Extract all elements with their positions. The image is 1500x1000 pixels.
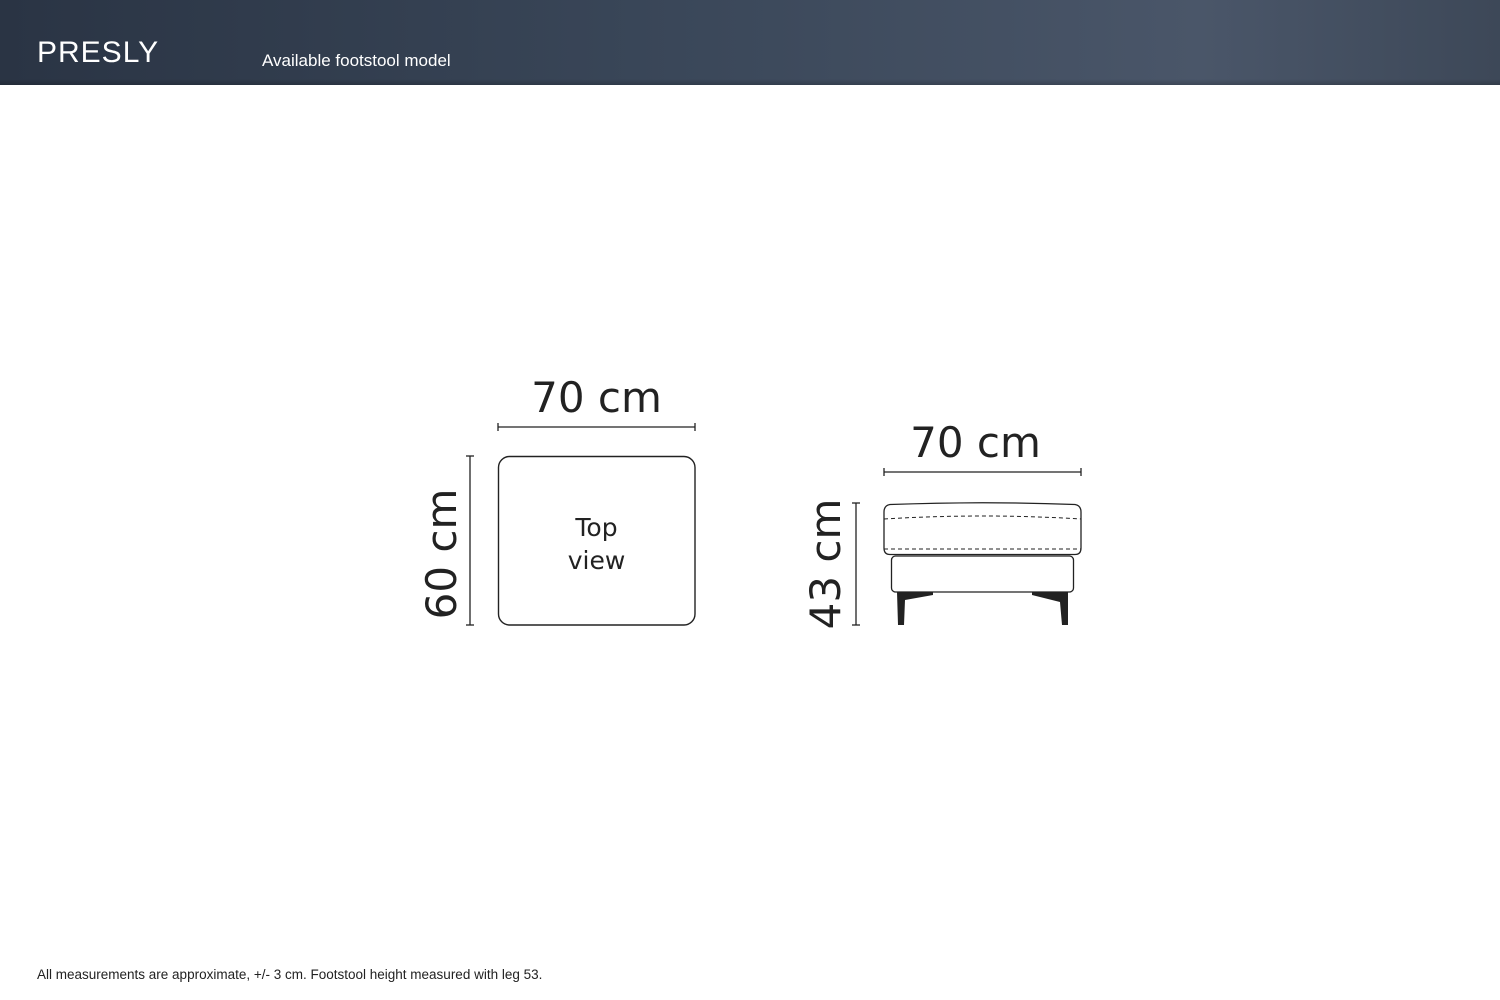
- footstool-leg-right: [1032, 592, 1068, 625]
- side-view-width-label: 70 cm: [910, 418, 1041, 467]
- top-view-width-label: 70 cm: [531, 373, 662, 422]
- top-view-caption-line1: Top: [574, 513, 617, 542]
- side-view-height-label: 43 cm: [801, 499, 850, 630]
- side-view-width-dimension: [883, 468, 1082, 476]
- top-view: 70 cm 60 cm Top view: [417, 373, 696, 626]
- top-view-depth-dimension: [466, 455, 474, 626]
- side-view: 70 cm 43 cm: [801, 418, 1082, 630]
- side-view-height-dimension: [852, 502, 860, 626]
- footnote: All measurements are approximate, +/- 3 …: [37, 967, 543, 982]
- footstool-drawing: 70 cm 60 cm Top view 70 cm 43 cm: [417, 373, 1082, 630]
- top-view-depth-label: 60 cm: [417, 489, 466, 620]
- footstool-leg-left: [897, 592, 933, 625]
- top-view-caption-line2: view: [568, 546, 626, 575]
- top-view-width-dimension: [497, 423, 696, 431]
- footstool-cushion: [883, 502, 1082, 556]
- footstool-base: [890, 555, 1075, 593]
